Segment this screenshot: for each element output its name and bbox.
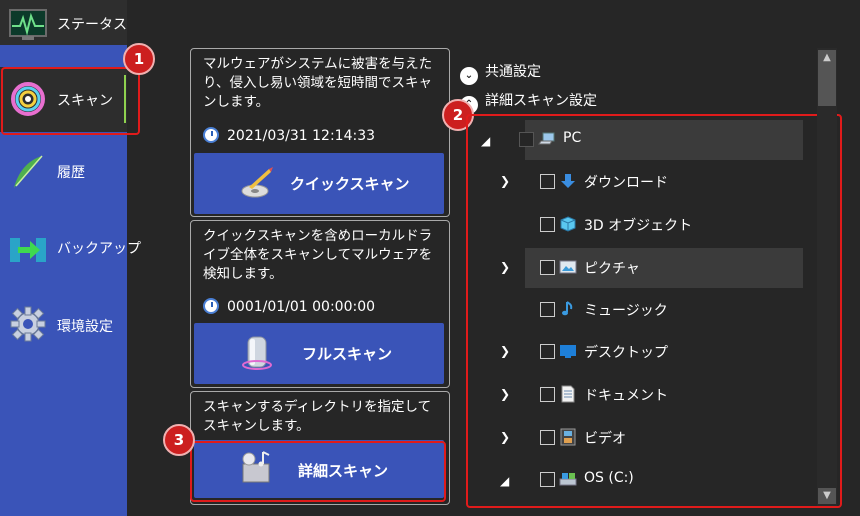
cube-icon: [560, 216, 576, 232]
gear-icon: [10, 306, 46, 342]
expand-chevron-icon[interactable]: ❯: [500, 430, 510, 444]
full-scan-button[interactable]: フルスキャン: [194, 323, 444, 384]
sidebar-item-settings[interactable]: 環境設定: [0, 302, 127, 362]
expand-chevron-icon[interactable]: ❯: [500, 387, 510, 401]
tree-checkbox[interactable]: [540, 260, 555, 275]
tree-checkbox[interactable]: [540, 430, 555, 445]
scroll-thumb[interactable]: [818, 66, 836, 106]
computer-icon: [538, 132, 555, 145]
status-monitor-icon: [9, 9, 47, 40]
folder-tree: ◢ PC ❯ ダウンロード 3D オブジェクト ❯ ピクチャ ミュージック ❯ …: [466, 114, 842, 508]
tree-label: ドキュメント: [584, 388, 668, 404]
tree-label: ビデオ: [584, 431, 626, 447]
sidebar-item-status[interactable]: ステータス: [0, 0, 127, 45]
quick-scan-button[interactable]: クイックスキャン: [194, 153, 444, 214]
callout-badge-3: 3: [163, 424, 195, 456]
tree-checkbox[interactable]: [540, 472, 555, 487]
chevron-down-icon: ⌄: [460, 67, 478, 85]
tree-label: OS (C:): [584, 470, 634, 486]
sidebar-item-label: 履歴: [57, 165, 85, 181]
collapse-icon[interactable]: ◢: [481, 134, 490, 148]
detail-settings-toggle[interactable]: ⌃詳細スキャン設定: [460, 90, 597, 114]
tree-label: PC: [563, 130, 582, 146]
film-icon: [560, 428, 576, 446]
tree-checkbox[interactable]: [540, 302, 555, 317]
callout-badge-1: 1: [123, 43, 155, 75]
callout-highlight-custom-scan: [190, 441, 446, 502]
full-scan-last-date: 0001/01/01 00:00:00: [203, 298, 375, 315]
quick-scan-description: マルウェアがシステムに被害を与えたり、侵入し易い領域を短時間でスキャンします。: [203, 56, 433, 110]
scrollbar[interactable]: ▲ ▼: [817, 48, 837, 506]
quick-scan-card: マルウェアがシステムに被害を与えたり、侵入し易い領域を短時間でスキャンします。 …: [190, 48, 450, 217]
tree-row-videos[interactable]: ❯ ビデオ: [468, 418, 840, 458]
download-arrow-icon: [561, 174, 575, 188]
tree-row-3d-objects[interactable]: 3D オブジェクト: [468, 205, 840, 245]
tree-row-music[interactable]: ミュージック: [468, 290, 840, 330]
tree-row-pc[interactable]: ◢ PC: [481, 120, 803, 160]
tree-checkbox[interactable]: [540, 344, 555, 359]
sidebar-item-label: ステータス: [57, 17, 127, 33]
quill-icon: [14, 155, 43, 188]
full-scan-date-text: 0001/01/01 00:00:00: [227, 299, 376, 315]
scroll-up-icon[interactable]: ▲: [818, 50, 836, 66]
tree-row-documents[interactable]: ❯ ドキュメント: [468, 375, 840, 415]
desktop-icon: [560, 345, 576, 358]
sidebar-item-backup[interactable]: バックアップ: [0, 228, 141, 288]
tree-row-downloads[interactable]: ❯ ダウンロード: [468, 162, 840, 202]
sidebar-item-history[interactable]: 履歴: [0, 152, 127, 212]
tree-label: デスクトップ: [584, 345, 668, 361]
full-scan-label: フルスキャン: [302, 345, 393, 363]
full-scan-description: クイックスキャンを含めローカルドライブ全体をスキャンしてマルウェアを検知します。: [203, 228, 433, 282]
music-note-icon: [562, 301, 573, 316]
callout-highlight-scan: [1, 67, 140, 135]
drive-icon: [559, 473, 577, 486]
expand-chevron-icon[interactable]: ❯: [500, 174, 510, 188]
backup-arrow-icon: [10, 238, 46, 262]
tree-row-desktop[interactable]: ❯ デスクトップ: [468, 332, 840, 372]
tree-label: ミュージック: [584, 303, 668, 319]
tree-label: ダウンロード: [584, 175, 668, 191]
tree-row-pictures[interactable]: ❯ ピクチャ: [500, 248, 803, 288]
quick-scan-last-date: 2021/03/31 12:14:33: [203, 127, 375, 144]
collapse-icon[interactable]: ◢: [500, 474, 509, 488]
tree-row-os-drive[interactable]: ◢ OS (C:): [468, 460, 840, 500]
tree-checkbox[interactable]: [540, 387, 555, 402]
clock-icon: [203, 127, 219, 143]
quick-scan-label: クイックスキャン: [290, 175, 410, 193]
common-settings-label: 共通設定: [485, 64, 541, 80]
custom-scan-description: スキャンするディレクトリを指定してスキャンします。: [203, 399, 432, 434]
detail-settings-label: 詳細スキャン設定: [485, 93, 597, 109]
tree-label: ピクチャ: [584, 261, 640, 277]
scroll-down-icon[interactable]: ▼: [818, 488, 836, 504]
tree-checkbox[interactable]: [540, 217, 555, 232]
tree-checkbox[interactable]: [519, 132, 534, 147]
sidebar-item-label: 環境設定: [57, 319, 113, 335]
picture-icon: [559, 260, 577, 274]
full-scan-icon: [242, 336, 272, 370]
common-settings-toggle[interactable]: ⌄ 共通設定: [460, 61, 541, 85]
tree-label: 3D オブジェクト: [584, 218, 693, 234]
expand-chevron-icon[interactable]: ❯: [500, 260, 510, 274]
document-icon: [561, 385, 575, 403]
expand-chevron-icon[interactable]: ❯: [500, 344, 510, 358]
full-scan-card: クイックスキャンを含めローカルドライブ全体をスキャンしてマルウェアを検知します。…: [190, 220, 450, 388]
sidebar-item-label: バックアップ: [57, 241, 141, 257]
clock-icon: [203, 298, 219, 314]
tree-checkbox[interactable]: [540, 174, 555, 189]
quick-scan-icon: [241, 167, 273, 198]
quick-scan-date-text: 2021/03/31 12:14:33: [227, 128, 376, 144]
